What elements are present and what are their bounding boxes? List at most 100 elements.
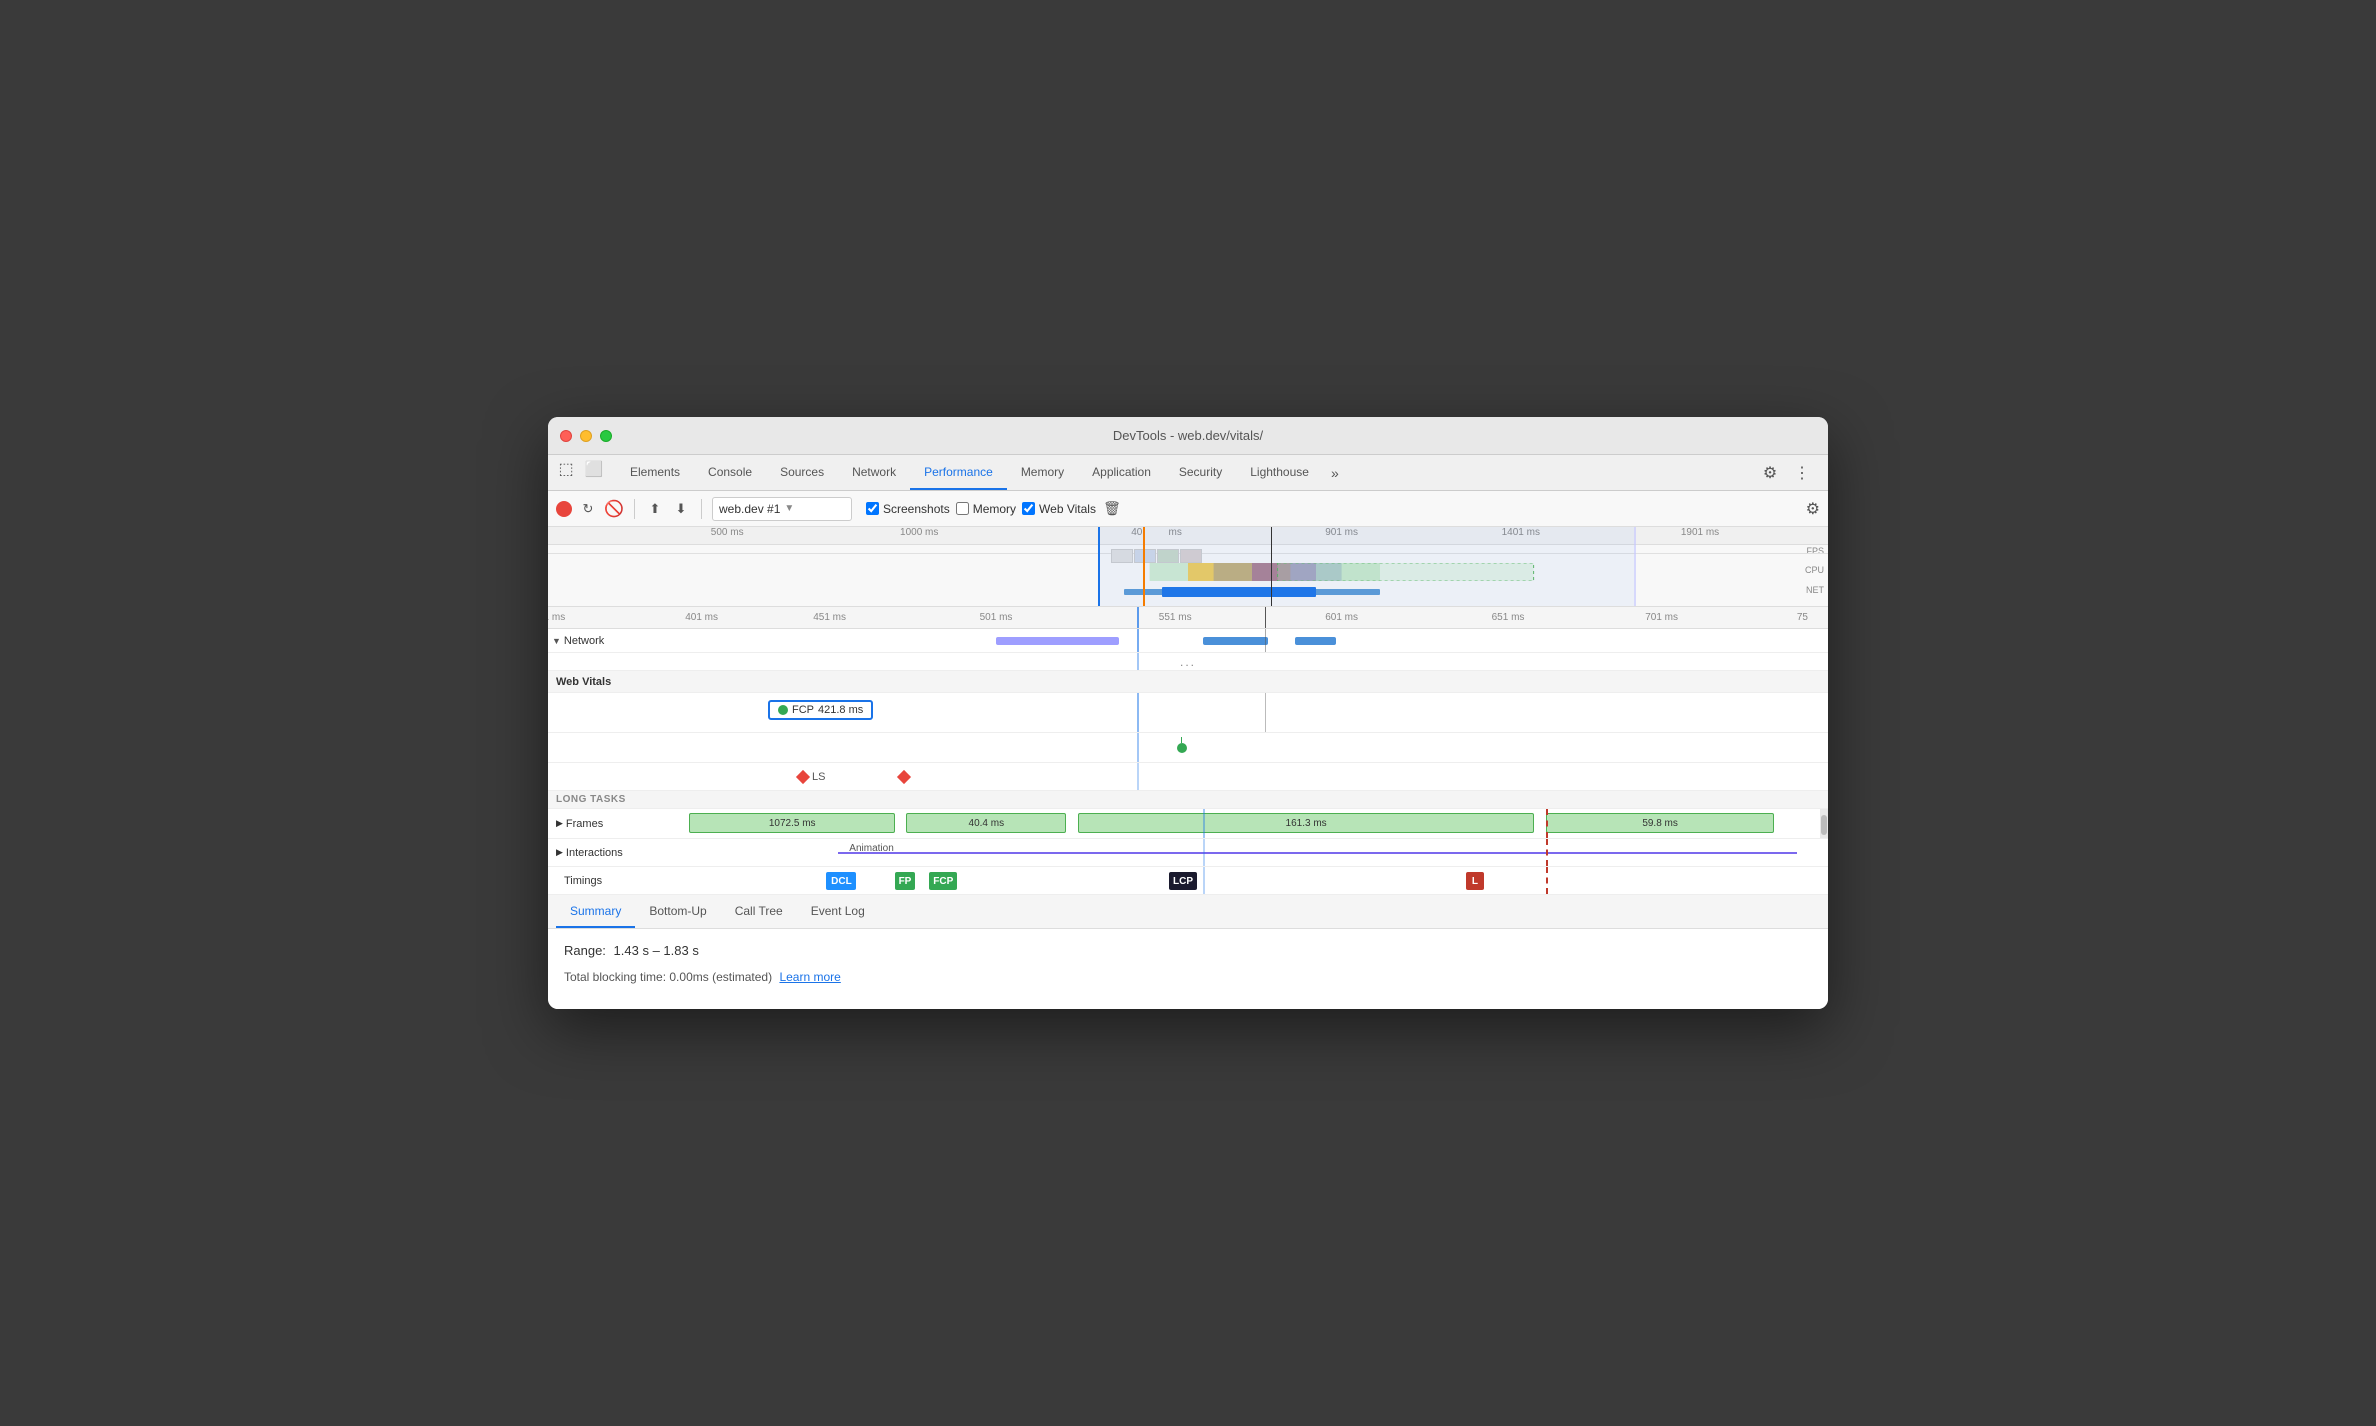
tab-performance[interactable]: Performance bbox=[910, 455, 1007, 490]
settings-icon[interactable]: ⚙ bbox=[1756, 459, 1784, 487]
tab-summary[interactable]: Summary bbox=[556, 895, 635, 928]
record-button[interactable] bbox=[556, 501, 572, 517]
dtick-601: 601 ms bbox=[1325, 612, 1358, 623]
url-chevron-icon[interactable]: ▼ bbox=[784, 503, 794, 514]
dtick-651: 651 ms bbox=[1492, 612, 1525, 623]
timeline-overview[interactable]: 500 ms 1000 ms 40 ms 901 ms 1401 ms 1901… bbox=[548, 527, 1828, 607]
reload-button[interactable]: ↻ bbox=[578, 499, 598, 519]
frames-expand-icon[interactable]: ▶ bbox=[556, 818, 563, 829]
fp-timing-block: FP bbox=[895, 872, 915, 890]
webvitals-checkbox-group: Web Vitals bbox=[1022, 502, 1096, 516]
ls-label-group: LS bbox=[798, 771, 909, 783]
dcl-timing-block: DCL bbox=[826, 872, 856, 890]
animation-label: Animation bbox=[849, 843, 893, 854]
frames-scrollbar[interactable] bbox=[1820, 809, 1828, 838]
frames-scrollbar-thumb[interactable] bbox=[1821, 815, 1827, 835]
l-timing-block: L bbox=[1466, 872, 1484, 890]
tab-sources[interactable]: Sources bbox=[766, 455, 838, 490]
lcp-row-vline bbox=[1137, 733, 1139, 762]
dtick-401: 401 ms bbox=[685, 612, 718, 623]
stop-button[interactable]: 🚫 bbox=[604, 499, 624, 519]
tab-lighthouse[interactable]: Lighthouse bbox=[1236, 455, 1323, 490]
download-icon[interactable]: ⬇ bbox=[671, 499, 691, 519]
close-button[interactable] bbox=[560, 430, 572, 442]
screenshots-checkbox[interactable] bbox=[866, 502, 879, 515]
nw-vline-dark bbox=[1265, 629, 1266, 652]
fcp-vline bbox=[1137, 693, 1139, 732]
upload-icon[interactable]: ⬆ bbox=[645, 499, 665, 519]
dtick-501: 501 ms bbox=[980, 612, 1013, 623]
learn-more-link[interactable]: Learn more bbox=[779, 970, 840, 984]
fcp-timing-block: FCP bbox=[929, 872, 957, 890]
dots-label: ... bbox=[1180, 655, 1196, 669]
dtick-75: 75 bbox=[1797, 612, 1808, 623]
network-section-label: Network bbox=[564, 635, 604, 647]
tab-elements[interactable]: Elements bbox=[616, 455, 694, 490]
timings-content: DCL FP FCP LCP L bbox=[678, 867, 1820, 894]
tab-application[interactable]: Application bbox=[1078, 455, 1165, 490]
tab-bottom-up[interactable]: Bottom-Up bbox=[635, 895, 720, 928]
fcp-label: FCP bbox=[792, 704, 814, 716]
interactions-blue-vline bbox=[1203, 839, 1205, 866]
orange-marker-line bbox=[1143, 527, 1145, 606]
perf-settings-icon[interactable]: ⚙ bbox=[1806, 499, 1820, 519]
url-selector[interactable]: web.dev #1 ▼ bbox=[712, 497, 852, 521]
tbt-line: Total blocking time: 0.00ms (estimated) … bbox=[564, 970, 1812, 984]
tab-network[interactable]: Network bbox=[838, 455, 910, 490]
frames-track-label: ▶ Frames bbox=[548, 818, 678, 830]
tab-security[interactable]: Security bbox=[1165, 455, 1236, 490]
interactions-expand-icon[interactable]: ▶ bbox=[556, 847, 563, 858]
timings-track: Timings DCL FP FCP LCP L bbox=[548, 867, 1828, 895]
dtick-1: 1 ms bbox=[548, 612, 565, 623]
tab-console[interactable]: Console bbox=[694, 455, 766, 490]
more-tabs-icon[interactable]: » bbox=[1323, 455, 1347, 490]
tab-memory[interactable]: Memory bbox=[1007, 455, 1078, 490]
memory-label: Memory bbox=[973, 502, 1016, 516]
fcp-badge: FCP 421.8 ms bbox=[768, 700, 873, 720]
more-options-icon[interactable]: ⋮ bbox=[1788, 459, 1816, 487]
webvitals-label: Web Vitals bbox=[1039, 502, 1096, 516]
frame-block-3: 161.3 ms bbox=[1078, 813, 1535, 833]
tbt-text: Total blocking time: 0.00ms (estimated) bbox=[564, 970, 772, 984]
lcp-dot-tick bbox=[1181, 737, 1182, 743]
ruler-tick-1000: 1000 ms bbox=[900, 527, 938, 538]
web-vitals-header: Web Vitals bbox=[548, 671, 1828, 693]
selection-overlay[interactable] bbox=[1098, 527, 1636, 606]
minimize-button[interactable] bbox=[580, 430, 592, 442]
memory-checkbox[interactable] bbox=[956, 502, 969, 515]
frame-block-2: 40.4 ms bbox=[906, 813, 1066, 833]
webvitals-checkbox[interactable] bbox=[1022, 502, 1035, 515]
ruler-vline-dark bbox=[1265, 607, 1266, 628]
fcp-row: FCP 421.8 ms bbox=[548, 693, 1828, 733]
frame-block-4: 59.8 ms bbox=[1546, 813, 1774, 833]
dtick-701: 701 ms bbox=[1645, 612, 1678, 623]
range-value: 1.43 s – 1.83 s bbox=[614, 943, 699, 958]
bottom-tab-bar: Summary Bottom-Up Call Tree Event Log bbox=[548, 895, 1828, 929]
interactions-track-label: ▶ Interactions bbox=[548, 847, 678, 859]
nw-vline-blue bbox=[1137, 629, 1139, 652]
timings-red-dashed bbox=[1546, 867, 1548, 894]
tab-call-tree[interactable]: Call Tree bbox=[721, 895, 797, 928]
fullscreen-button[interactable] bbox=[600, 430, 612, 442]
fcp-dot bbox=[778, 705, 788, 715]
range-label: Range: bbox=[564, 943, 606, 958]
interactions-red-dashed bbox=[1546, 839, 1548, 866]
lcp-timing-block: LCP bbox=[1169, 872, 1197, 890]
range-line: Range: 1.43 s – 1.83 s bbox=[564, 943, 1812, 958]
dtick-551: 551 ms bbox=[1159, 612, 1192, 623]
cursor-icon[interactable]: ⬚ bbox=[552, 455, 580, 483]
interactions-content: Animation bbox=[678, 839, 1820, 866]
ruler-vline-blue bbox=[1137, 607, 1139, 628]
trash-icon[interactable]: 🗑 bbox=[1102, 499, 1122, 519]
dots-vline-blue bbox=[1137, 653, 1139, 670]
ls-text: LS bbox=[812, 771, 825, 783]
tab-event-log[interactable]: Event Log bbox=[797, 895, 879, 928]
network-expand-triangle[interactable]: ▼ bbox=[552, 636, 561, 646]
ruler-tick-500: 500 ms bbox=[711, 527, 744, 538]
ls-diamond-left bbox=[796, 769, 810, 783]
memory-checkbox-group: Memory bbox=[956, 502, 1016, 516]
ls-row: LS bbox=[548, 763, 1828, 791]
timings-blue-vline bbox=[1203, 867, 1205, 894]
window-title: DevTools - web.dev/vitals/ bbox=[1113, 428, 1263, 443]
device-toggle-icon[interactable]: ⬜ bbox=[580, 455, 608, 483]
